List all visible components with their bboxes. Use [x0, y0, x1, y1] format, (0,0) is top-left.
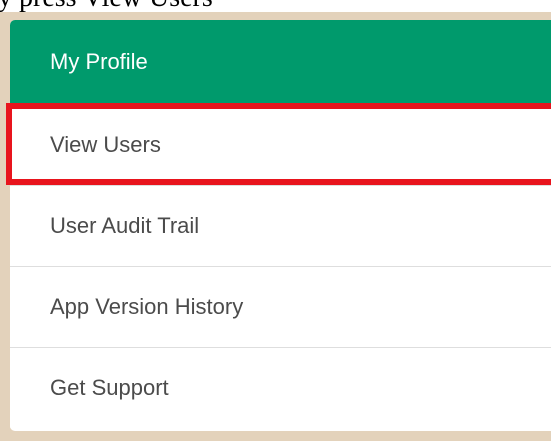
menu-header-my-profile[interactable]: My Profile — [10, 20, 551, 104]
profile-menu: My Profile View Users User Audit Trail A… — [10, 20, 551, 431]
menu-item-label: View Users — [50, 131, 161, 157]
cropped-instruction-text: y press View Users — [0, 0, 213, 12]
screenshot-stage: y press View Users My Profile View Users… — [0, 0, 551, 441]
menu-header-label: My Profile — [50, 49, 148, 74]
menu-item-view-users[interactable]: View Users — [10, 104, 551, 185]
menu-item-get-support[interactable]: Get Support — [10, 347, 551, 428]
menu-item-label: User Audit Trail — [50, 213, 200, 238]
menu-item-label: App Version History — [50, 294, 244, 319]
menu-item-label: Get Support — [50, 375, 169, 400]
top-instruction-strip: y press View Users — [0, 0, 551, 12]
menu-item-user-audit-trail[interactable]: User Audit Trail — [10, 185, 551, 266]
menu-item-app-version-history[interactable]: App Version History — [10, 266, 551, 347]
